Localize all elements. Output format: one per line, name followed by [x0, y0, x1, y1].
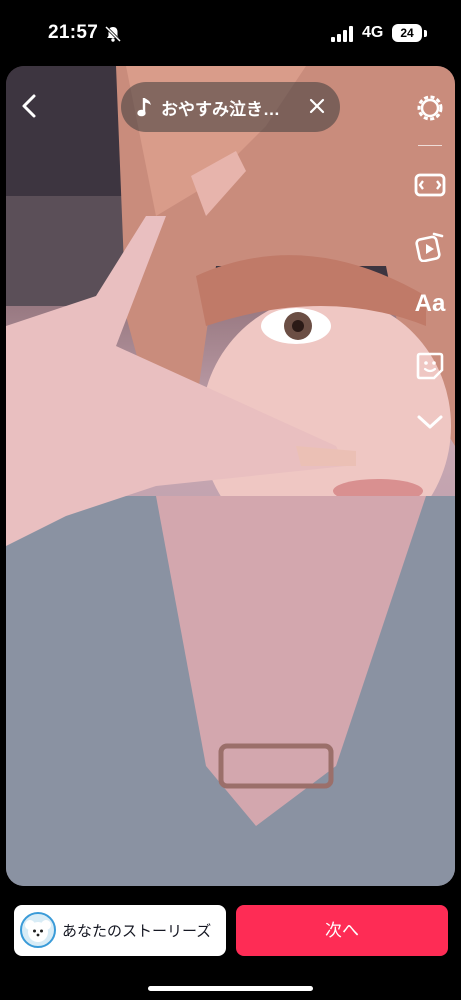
sticker-tool[interactable] [408, 346, 452, 386]
chevron-down-icon [417, 415, 443, 429]
avatar [20, 912, 56, 948]
aspect-tool[interactable] [408, 165, 452, 205]
video-play-icon [415, 232, 444, 262]
media-preview[interactable] [6, 66, 455, 886]
avatar-dog-icon [25, 920, 51, 942]
status-time: 21:57 [48, 22, 99, 43]
network-type: 4G [362, 24, 384, 41]
your-story-button[interactable]: あなたのストーリーズ [14, 905, 226, 956]
photo-illustration [6, 66, 455, 886]
next-button[interactable]: 次へ [236, 905, 448, 956]
status-bar: 21:57 4G 24 [0, 0, 461, 66]
text-tool[interactable]: Aa [408, 284, 452, 324]
music-selector[interactable]: おやすみ泣き… [121, 82, 340, 132]
battery-icon: 24 [392, 24, 422, 42]
video-effects-tool[interactable] [408, 226, 452, 266]
toolbar-divider [418, 145, 442, 146]
settings-gear-icon [417, 95, 443, 121]
settings-tool[interactable] [408, 88, 452, 128]
music-title: おやすみ泣き… [161, 100, 280, 119]
music-note-icon [137, 98, 151, 117]
bell-off-icon [104, 25, 122, 43]
back-icon[interactable] [16, 92, 44, 120]
your-story-label: あなたのストーリーズ [62, 923, 212, 940]
more-tools[interactable] [408, 402, 452, 442]
close-icon[interactable] [309, 98, 325, 114]
home-indicator[interactable] [148, 986, 313, 991]
signal-icon [331, 26, 353, 42]
sticker-icon [416, 352, 444, 380]
battery-tip [424, 30, 427, 37]
aspect-ratio-icon [414, 173, 446, 197]
